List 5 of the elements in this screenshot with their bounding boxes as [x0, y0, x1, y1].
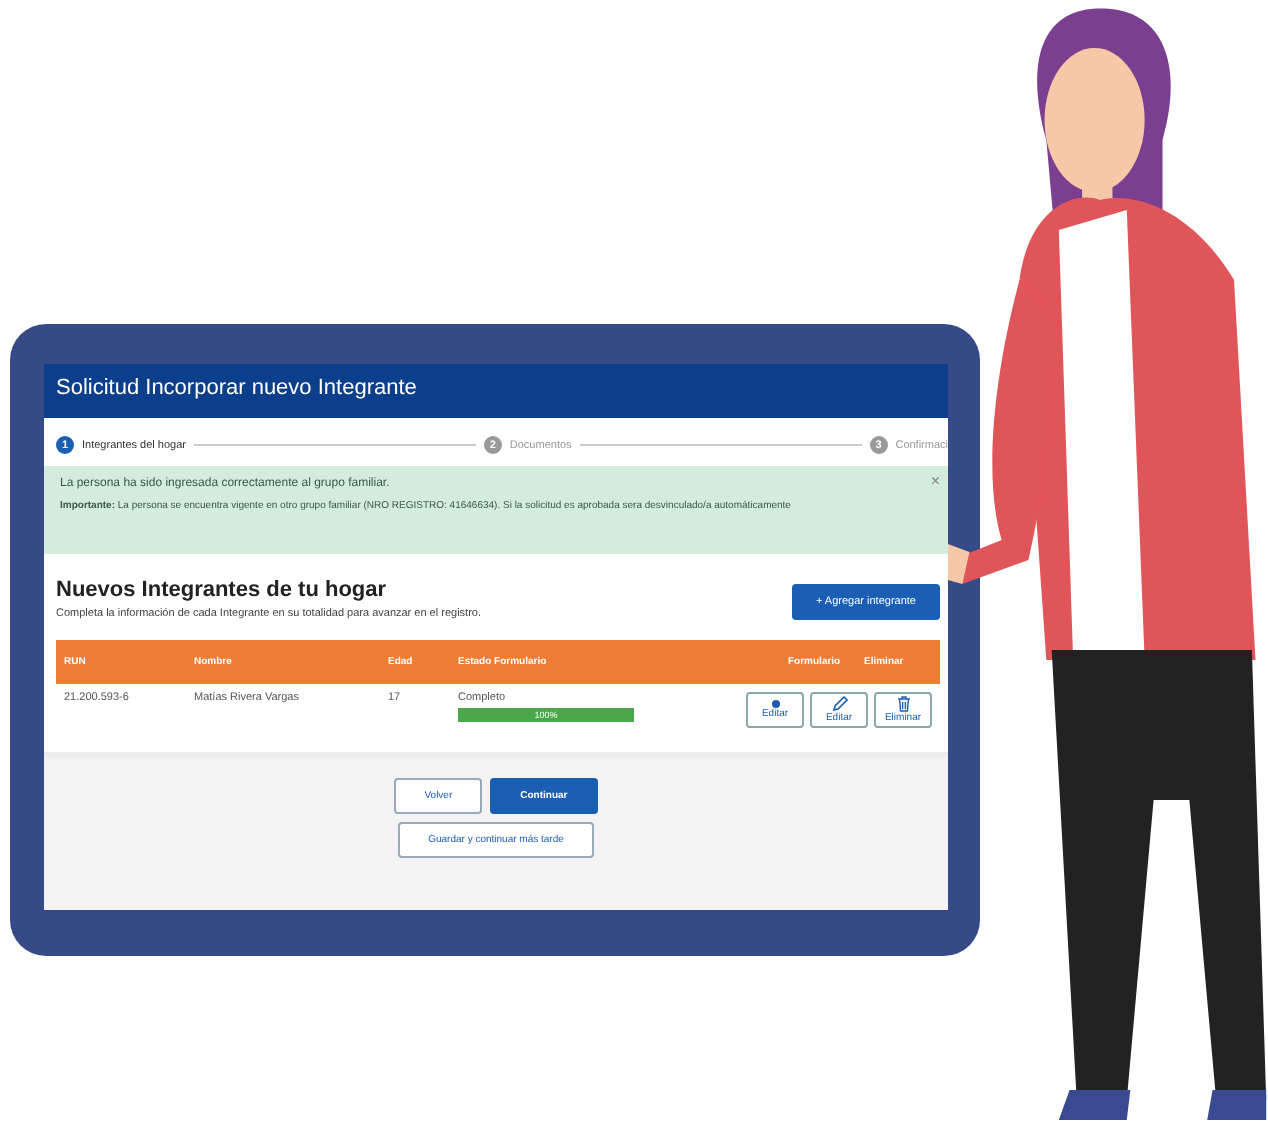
trash-icon: [895, 696, 911, 712]
window-title: Solicitud Incorporar nuevo Integrante: [44, 364, 948, 418]
section-title: Nuevos Integrantes de tu hogar: [56, 578, 389, 602]
dot-icon: [771, 700, 779, 708]
pencil-icon: [831, 696, 847, 712]
